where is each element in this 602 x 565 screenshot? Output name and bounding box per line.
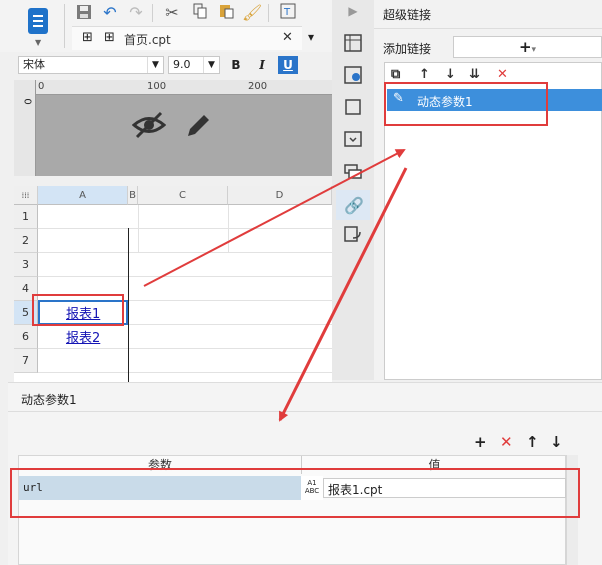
font-toolbar: 宋体 ▼ 9.0 ▼ B I U [14,54,318,76]
grid-line [38,348,332,349]
spreadsheet-grid[interactable]: ⁞⁞⁞ A B C D 1 2 3 4 5 6 7 报表1 报表2 [14,186,332,386]
column-header[interactable]: D [228,186,332,205]
tab-menu-icon[interactable]: ▾ [308,30,314,44]
tab-homepage[interactable]: ⊞ ⊞ 首页.cpt ✕ [72,26,302,50]
save-icon[interactable] [74,3,94,23]
arrow-down-icon[interactable]: ↓ [550,433,563,451]
ruler-mark: 0 [38,81,45,92]
paste-icon[interactable] [216,3,236,23]
grid-line [38,228,332,229]
undo-icon[interactable]: ↶ [100,3,120,23]
italic-button[interactable]: I [252,56,272,74]
delete-icon[interactable]: ✕ [497,67,508,82]
toolbar-divider [64,4,65,48]
grid-line [38,252,332,253]
link-icon: 🔗 [344,196,364,215]
hyperlink-tab[interactable]: 🔗 [336,190,370,220]
row-header[interactable]: 1 [14,205,38,229]
chevron-down-icon: ▾ [531,45,537,55]
row-header[interactable]: 2 [14,229,38,253]
font-family-value: 宋体 [23,58,45,71]
chevron-down-icon: ▼ [147,57,163,73]
copy-icon[interactable]: ⧉ [391,67,400,82]
grid-icon: ⊞ [104,30,115,45]
annotation-box-link [384,82,548,126]
annotation-box-param [10,468,580,518]
widget-icon[interactable] [344,130,362,148]
redo-icon[interactable]: ↷ [126,3,146,23]
cell-element-icon[interactable] [344,34,362,52]
column-header[interactable]: B [128,186,138,205]
chevron-down-icon: ▼ [203,57,219,73]
toolbar-divider [152,4,153,22]
column-header[interactable]: C [138,186,228,205]
grid-line [138,205,139,252]
format-painter-icon[interactable]: 🖌 [242,3,262,23]
copy-icon[interactable] [190,3,210,23]
vertical-ruler: 0 [14,80,36,176]
arrow-up-icon[interactable]: ↑ [526,433,539,451]
cell-a6-link[interactable]: 报表2 [66,327,100,346]
row-header[interactable]: 7 [14,349,38,373]
ruler-mark: 0 [21,98,33,105]
underline-button[interactable]: U [278,56,298,74]
grid-icon: ⊞ [82,30,93,45]
delete-icon[interactable]: ✕ [500,433,513,451]
template-menu-button[interactable]: ▼ [24,6,54,47]
cell-attribute-icon[interactable] [344,66,362,84]
page-break-line [128,228,129,386]
property-strip: ▶ 🔗 [332,0,374,380]
cut-icon[interactable]: ✂ [162,3,182,23]
panel-title: 超级链接 [383,8,432,22]
font-size-select[interactable]: 9.0 ▼ [168,56,220,74]
main-toolbar: ▼ ↶ ↷ ✂ 🖌 T ⊞ ⊞ 首页.cpt ✕ ▾ [0,0,332,52]
tab-label: 首页.cpt [124,33,171,47]
row-header[interactable]: 3 [14,253,38,277]
pencil-icon[interactable] [182,110,214,145]
grid-line [228,205,229,252]
divider [8,411,602,412]
grid-line [38,372,332,373]
add-link-label: 添加链接 [383,42,432,56]
eye-off-icon[interactable] [131,110,167,143]
arrow-down-icon[interactable]: ↓ [445,67,456,82]
column-header[interactable]: A [38,186,128,205]
sub-report-icon[interactable] [344,226,362,244]
preview-icon[interactable]: T [278,3,298,23]
grid-line [38,276,332,277]
condition-icon[interactable] [344,162,362,180]
horizontal-ruler: 0 100 200 [36,80,332,95]
hyperlink-panel: 超级链接 添加链接 +▾ ⧉ ↑ ↓ ⇊ ✕ ✎ 动态参数1 [374,0,602,380]
font-size-value: 9.0 [173,58,191,71]
chevron-right-icon[interactable]: ▶ [344,4,362,22]
select-all-corner[interactable]: ⁞⁞⁞ [14,186,38,205]
add-link-button[interactable]: +▾ [453,36,602,58]
ruler-mark: 100 [147,81,167,92]
chevron-down-icon: ▼ [35,38,42,47]
plus-icon: + [518,38,532,56]
add-icon[interactable]: + [474,433,487,451]
svg-text:T: T [283,7,291,18]
close-icon[interactable]: ✕ [282,30,293,45]
template-icon [28,8,48,34]
row-header[interactable]: 6 [14,325,38,349]
font-family-select[interactable]: 宋体 ▼ [18,56,164,74]
toolbar-divider [268,4,269,22]
move-bottom-icon[interactable]: ⇊ [469,67,480,82]
annotation-box-cell [32,294,124,326]
arrow-up-icon[interactable]: ↑ [419,67,430,82]
ruler-mark: 200 [248,81,268,92]
divider [374,28,602,29]
bold-button[interactable]: B [226,56,246,74]
dialog-title: 动态参数1 [21,393,77,407]
widget-preview: 0 0 100 200 [14,80,332,176]
style-icon[interactable] [344,98,362,116]
